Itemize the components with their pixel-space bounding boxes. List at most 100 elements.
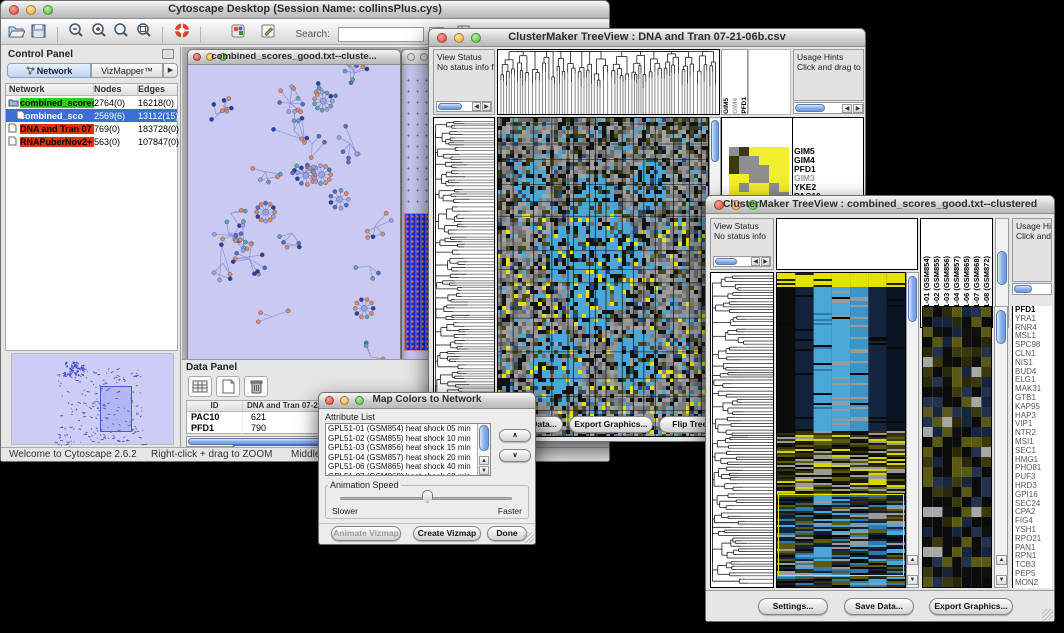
scroll-right-icon[interactable]: ▶ bbox=[482, 102, 491, 111]
open-file-icon[interactable] bbox=[7, 22, 25, 39]
tab-network[interactable]: Network bbox=[7, 63, 91, 78]
tab-overflow-button[interactable]: ▶ bbox=[163, 63, 178, 78]
tv1-usage-hints: Usage Hints Click and drag to bbox=[793, 49, 864, 101]
scroll-right-icon[interactable]: ▶ bbox=[853, 104, 863, 113]
tv2-usage-hints: Usage Hi Click and bbox=[1012, 218, 1052, 282]
network-nodes: 2764(0) bbox=[94, 98, 138, 108]
col-nodes[interactable]: Nodes bbox=[94, 84, 138, 95]
tv1-status-scrollbar[interactable]: ◀ ▶ bbox=[436, 101, 492, 112]
attribute-list-item[interactable]: GPL51-06 (GSM865) heat shock 40 min bbox=[328, 462, 490, 472]
tv1-gene-dendrogram[interactable] bbox=[433, 117, 495, 437]
attribute-list-vscroll[interactable]: ▲ ▼ bbox=[477, 424, 490, 475]
tv2-usage-scrollbar[interactable] bbox=[1012, 283, 1052, 295]
treeview2-titlebar[interactable]: ClusterMaker TreeView : combined_scores_… bbox=[706, 196, 1054, 214]
tv2-settings-button[interactable]: Settings... bbox=[758, 598, 828, 615]
tv2-selection-rect[interactable] bbox=[778, 494, 904, 576]
network-view-title: combined_scores_good.txt--cluste... bbox=[188, 51, 400, 62]
birdseye-view[interactable] bbox=[11, 353, 174, 445]
search-input[interactable] bbox=[338, 27, 424, 42]
birdseye-viewport-rect[interactable] bbox=[100, 386, 132, 432]
treeview1-title: ClusterMaker TreeView : DNA and Tran 07-… bbox=[429, 31, 865, 43]
attribute-list-item[interactable]: GPL51-03 (GSM856) heat shock 15 min bbox=[328, 443, 490, 453]
zoom-out-icon[interactable] bbox=[67, 22, 85, 39]
tv1-usage-scrollbar[interactable]: ◀ ▶ bbox=[793, 102, 864, 114]
document-icon bbox=[8, 123, 17, 133]
tv2-button-bar: Settings... Save Data... Export Graphics… bbox=[706, 590, 1054, 621]
attribute-list-item[interactable]: GPL51-01 (GSM854) heat shock 05 min bbox=[328, 424, 490, 434]
attribute-list-label: Attribute List bbox=[325, 412, 375, 422]
zoom-selected-icon[interactable] bbox=[135, 22, 153, 39]
create-vizmap-button[interactable]: Create Vizmap bbox=[413, 526, 481, 541]
tv2-export-graphics-button[interactable]: Export Graphics... bbox=[929, 598, 1013, 615]
tv2-heatmap-vscroll[interactable]: ▲ ▼ bbox=[906, 272, 919, 588]
tv2-gene-dendrogram[interactable] bbox=[710, 272, 774, 588]
network-view-window[interactable]: combined_scores_good.txt--cluste... bbox=[187, 49, 401, 369]
tv1-matrix-row-labels: GIM5GIM4PFD1GIM3YKE2PAC10 bbox=[794, 147, 821, 201]
scroll-down-icon[interactable]: ▼ bbox=[907, 575, 918, 585]
animate-vizmap-button[interactable]: Animate Vizmap bbox=[331, 526, 401, 541]
col-network[interactable]: Network bbox=[6, 84, 94, 95]
attribute-list-item[interactable]: GPL51-04 (GSM857) heat shock 20 min bbox=[328, 453, 490, 463]
network-nodes: 2569(6) bbox=[94, 111, 138, 121]
network-canvas[interactable] bbox=[188, 65, 400, 368]
help-lifering-icon[interactable] bbox=[173, 22, 191, 39]
tv2-save-data-button[interactable]: Save Data... bbox=[844, 598, 914, 615]
tv1-export-graphics-button[interactable]: Export Graphics... bbox=[569, 416, 653, 433]
save-icon[interactable] bbox=[29, 22, 47, 39]
status-zoom-hint: Right-click + drag to ZOOM bbox=[151, 449, 272, 460]
network-edges: 16218(0) bbox=[138, 98, 177, 108]
treeview2-window: ClusterMaker TreeView : combined_scores_… bbox=[705, 195, 1055, 622]
network-list-row[interactable]: RNAPuberNov2+563(0)107847(0) bbox=[6, 135, 177, 148]
scroll-up-icon[interactable]: ▲ bbox=[907, 555, 918, 565]
tv2-array-dendrogram[interactable] bbox=[776, 218, 918, 270]
scroll-down-icon[interactable]: ▼ bbox=[479, 466, 489, 475]
scroll-up-icon[interactable]: ▲ bbox=[479, 456, 489, 465]
network-list-row[interactable]: DNA and Tran 07769(0)183728(0) bbox=[6, 122, 177, 135]
tv2-zoom-vscroll[interactable]: ▲ ▼ bbox=[994, 306, 1008, 588]
treeview1-titlebar[interactable]: ClusterMaker TreeView : DNA and Tran 07-… bbox=[429, 29, 865, 47]
tab-vizmapper[interactable]: VizMapper™ bbox=[91, 63, 163, 78]
view-status-text: No status info f bbox=[437, 62, 491, 72]
scroll-down-icon[interactable]: ▼ bbox=[996, 575, 1007, 585]
move-up-button[interactable]: ∧ bbox=[499, 429, 531, 442]
done-button[interactable]: Done bbox=[487, 526, 527, 541]
tv1-heatmap[interactable] bbox=[497, 117, 709, 437]
table-mode-button[interactable] bbox=[188, 376, 212, 397]
attribute-list-item[interactable]: GPL51-07 (GSM868) heat shock 60 min bbox=[328, 472, 490, 476]
scroll-left-icon[interactable]: ◀ bbox=[842, 104, 852, 113]
tv2-status-scrollbar[interactable]: ◀ ▶ bbox=[713, 256, 771, 267]
desktop: Cytoscape Desktop (Session Name: collins… bbox=[0, 0, 1064, 633]
network-view-titlebar[interactable]: combined_scores_good.txt--cluste... bbox=[188, 50, 400, 65]
annotation-icon[interactable] bbox=[259, 22, 277, 39]
scroll-left-icon[interactable]: ◀ bbox=[751, 257, 760, 266]
network-list-row[interactable]: combined_scores2764(0)16218(0) bbox=[6, 96, 177, 109]
gene-label[interactable]: MON2 bbox=[1015, 579, 1052, 588]
delete-attribute-trash-icon[interactable] bbox=[244, 376, 268, 397]
attribute-list-item[interactable]: GPL51-02 (GSM855) heat shock 10 min bbox=[328, 434, 490, 444]
move-down-button[interactable]: ∨ bbox=[499, 449, 531, 462]
main-titlebar[interactable]: Cytoscape Desktop (Session Name: collins… bbox=[1, 1, 609, 19]
col-edges[interactable]: Edges bbox=[138, 84, 177, 95]
tv2-gene-list: PFD1YRA1RNR4MSL1SPC98CLN1NIS1BUD4ELG1MAK… bbox=[1012, 306, 1052, 588]
scroll-left-icon[interactable]: ◀ bbox=[472, 102, 481, 111]
speed-slider-thumb[interactable] bbox=[422, 490, 433, 503]
control-panel: Control Panel Network VizMapper™ ▶ Netwo… bbox=[3, 47, 181, 447]
scroll-right-icon[interactable]: ▶ bbox=[761, 257, 770, 266]
tv2-heatmap[interactable] bbox=[776, 272, 906, 588]
scroll-up-icon[interactable]: ▲ bbox=[996, 555, 1007, 565]
resize-grip[interactable] bbox=[1042, 609, 1053, 620]
resize-grip[interactable] bbox=[523, 532, 534, 543]
zoom-in-icon[interactable] bbox=[90, 22, 108, 39]
slower-label: Slower bbox=[332, 506, 358, 516]
float-panel-icon[interactable] bbox=[162, 49, 174, 59]
dialog-titlebar[interactable]: Map Colors to Network bbox=[319, 393, 535, 409]
network-name: DNA and Tran 07 bbox=[20, 124, 94, 134]
vizmap-icon[interactable] bbox=[229, 22, 247, 39]
row-id: PFD1 bbox=[187, 423, 243, 434]
tv2-zoom-heatmap[interactable] bbox=[922, 306, 992, 588]
col-id[interactable]: ID bbox=[187, 401, 243, 411]
zoom-fit-icon[interactable] bbox=[112, 22, 130, 39]
network-list-row[interactable]: combined_sco2569(6)13112(15) bbox=[6, 109, 177, 122]
new-attribute-button[interactable] bbox=[216, 376, 240, 397]
tv1-array-dendrogram[interactable] bbox=[497, 49, 720, 115]
